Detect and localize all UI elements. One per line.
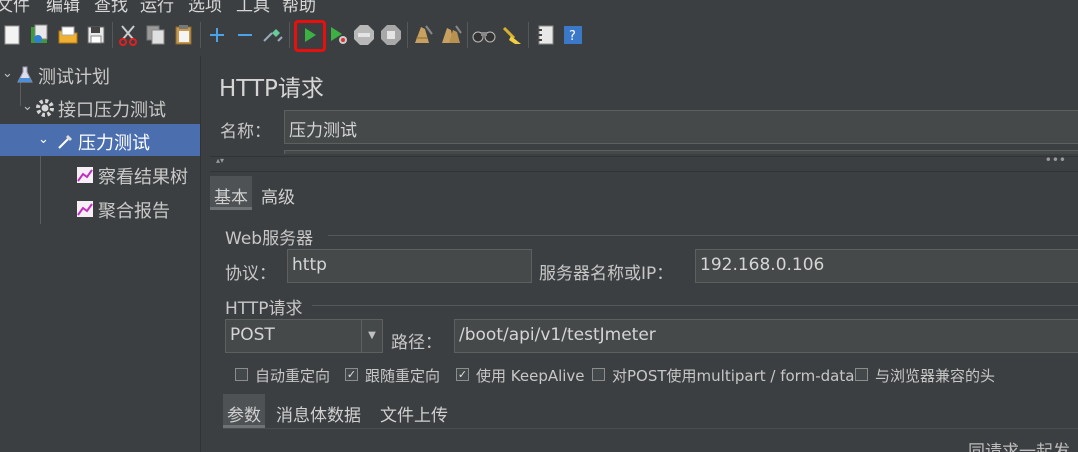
checkbox-label: 自动重定向 — [255, 367, 331, 385]
checkbox-label: 对POST使用multipart / form-data — [612, 367, 855, 385]
tree-item-label: 压力测试 — [78, 133, 150, 154]
menu-bar: 文件 编辑 查找 运行 选项 工具 帮助 — [0, 0, 1078, 16]
comments-field[interactable] — [284, 150, 1078, 154]
tab-parameters[interactable]: 参数 — [223, 394, 265, 428]
group-border — [328, 235, 1078, 236]
toolbar-separator — [407, 22, 408, 48]
menu-tools[interactable]: 工具 — [236, 0, 270, 16]
tab-body-data[interactable]: 消息体数据 — [272, 394, 365, 428]
toggle-icon[interactable] — [261, 22, 285, 48]
shutdown-icon[interactable] — [379, 22, 403, 48]
http-request-panel: HTTP请求 名称： 压力测试 ▴▾ ••• 基本 高级 Web服务器 协议： … — [210, 56, 1078, 452]
split-pane-divider[interactable] — [200, 56, 210, 452]
checkbox-box[interactable] — [235, 368, 248, 381]
start-no-pause-icon[interactable] — [326, 22, 350, 48]
pipette-icon — [56, 132, 74, 150]
toolbar-separator — [200, 22, 201, 48]
new-icon[interactable] — [0, 22, 24, 48]
group-border — [312, 305, 1078, 306]
tree-item-label: 测试计划 — [38, 67, 110, 88]
stop-icon[interactable] — [352, 22, 376, 48]
server-name-label: 服务器名称或IP： — [539, 264, 674, 284]
help-icon[interactable]: ? — [561, 22, 585, 48]
paste-icon[interactable] — [172, 22, 196, 48]
clear-icon[interactable] — [411, 22, 435, 48]
test-plan-tree: ⌄ 测试计划 ⌄ 接口压力测试 ⌄ 压力测试 察看结果树 聚合报告 — [0, 56, 200, 452]
path-label: 路径： — [391, 333, 442, 353]
flask-icon — [17, 66, 35, 84]
cut-icon[interactable] — [116, 22, 140, 48]
name-field[interactable]: 压力测试 — [284, 110, 1078, 144]
toolbar-separator — [289, 22, 290, 48]
gear-icon — [36, 99, 54, 117]
copy-icon[interactable] — [144, 22, 168, 48]
tab-border — [223, 428, 1078, 429]
http-request-group-title: HTTP请求 — [225, 299, 303, 319]
tree-item-http-sampler[interactable]: ⌄ 压力测试 — [0, 124, 200, 156]
menu-search[interactable]: 查找 — [94, 0, 128, 16]
collapsible-divider[interactable]: ▴▾ ••• — [210, 153, 1078, 172]
tree-item-view-results[interactable]: 察看结果树 — [0, 158, 200, 190]
protocol-label: 协议： — [225, 264, 276, 284]
reset-search-icon[interactable] — [500, 22, 524, 48]
menu-edit[interactable]: 编辑 — [46, 0, 80, 16]
check-icon[interactable]: ✓ — [345, 368, 358, 381]
search-icon[interactable] — [472, 22, 496, 48]
tree-item-aggregate-report[interactable]: 聚合报告 — [0, 192, 200, 224]
name-label: 名称： — [220, 122, 271, 142]
arrows-icon[interactable]: ▴▾ — [216, 156, 224, 165]
menu-options[interactable]: 选项 — [188, 0, 222, 16]
protocol-field[interactable]: http — [287, 249, 532, 283]
svg-text:?: ? — [569, 29, 576, 44]
checkbox-label: 使用 KeepAlive — [476, 367, 585, 385]
web-server-group-title: Web服务器 — [225, 229, 314, 249]
function-helper-icon[interactable] — [533, 22, 557, 48]
tab-file-upload[interactable]: 文件上传 — [376, 394, 452, 428]
tab-advanced[interactable]: 高级 — [257, 176, 299, 210]
send-with-request-header: 同请求一起发 — [968, 442, 1070, 452]
tree-item-thread-group[interactable]: ⌄ 接口压力测试 — [0, 91, 200, 123]
menu-file[interactable]: 文件 — [0, 0, 30, 16]
toolbar: ? — [0, 16, 1078, 56]
tree-item-test-plan[interactable]: ⌄ 测试计划 — [0, 58, 200, 90]
toolbar-separator — [112, 22, 113, 48]
checkbox-box[interactable] — [855, 368, 868, 381]
save-icon[interactable] — [84, 22, 108, 48]
chevron-down-icon[interactable]: ⌄ — [22, 99, 33, 114]
templates-icon[interactable] — [28, 22, 52, 48]
chevron-down-icon[interactable]: ⌄ — [2, 66, 13, 81]
server-name-field[interactable]: 192.168.0.106 — [695, 249, 1078, 283]
chevron-down-icon[interactable]: ⌄ — [38, 132, 49, 147]
chart-icon — [76, 200, 94, 218]
path-field[interactable]: /boot/api/v1/testJmeter — [454, 319, 1078, 353]
grip-icon[interactable]: ••• — [1045, 153, 1066, 167]
tree-item-label: 察看结果树 — [98, 167, 188, 188]
open-icon[interactable] — [56, 22, 80, 48]
toolbar-separator — [467, 22, 468, 48]
checkbox-label: 跟随重定向 — [365, 367, 441, 385]
menu-run[interactable]: 运行 — [140, 0, 174, 16]
collapse-icon[interactable] — [233, 22, 257, 48]
chevron-down-icon[interactable]: ▼ — [361, 319, 383, 353]
tab-basic[interactable]: 基本 — [210, 176, 252, 210]
expand-icon[interactable] — [205, 22, 229, 48]
menu-help[interactable]: 帮助 — [282, 0, 316, 16]
checkbox-label: 与浏览器兼容的头 — [875, 367, 996, 385]
toolbar-separator — [528, 22, 529, 48]
clear-all-icon[interactable] — [439, 22, 463, 48]
tree-item-label: 接口压力测试 — [58, 100, 166, 121]
checkbox-box[interactable] — [592, 368, 605, 381]
chart-icon — [76, 166, 94, 184]
check-icon[interactable]: ✓ — [456, 368, 469, 381]
page-title: HTTP请求 — [219, 76, 324, 102]
tree-item-label: 聚合报告 — [98, 201, 170, 222]
method-select[interactable]: POST — [225, 319, 363, 353]
start-icon[interactable] — [298, 22, 322, 48]
